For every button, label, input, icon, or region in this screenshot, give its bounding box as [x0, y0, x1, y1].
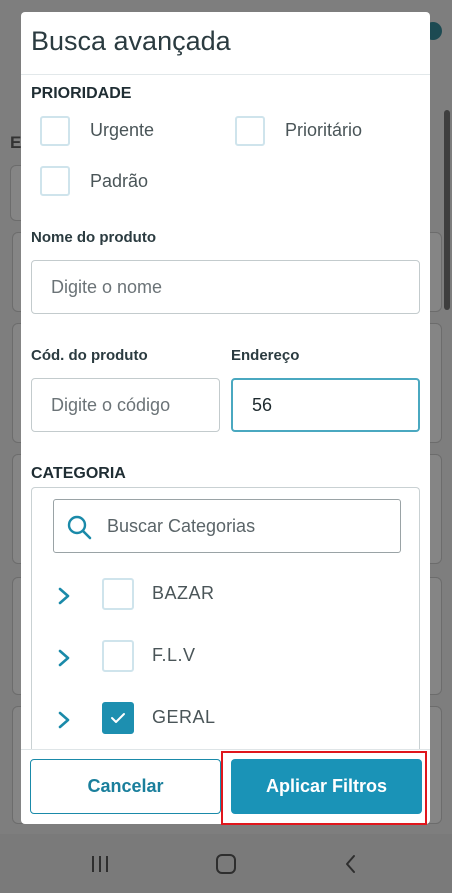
chevron-right-icon[interactable] [57, 710, 71, 730]
prioritario-label: Prioritário [285, 120, 363, 140]
product-name-label: Nome do produto [31, 229, 156, 246]
product-code-input[interactable] [31, 378, 220, 432]
category-label: CATEGORIA [31, 465, 126, 482]
category-checkbox-geral[interactable] [102, 702, 134, 734]
product-code-label: Cód. do produto [31, 347, 148, 364]
urgente-checkbox[interactable] [40, 116, 70, 146]
search-icon [67, 515, 92, 540]
priority-label: PRIORIDADE [31, 85, 132, 102]
address-input[interactable] [231, 378, 420, 432]
cancel-button[interactable]: Cancelar [30, 759, 221, 814]
category-search-placeholder: Buscar Categorias [107, 516, 256, 536]
category-label-geral: GERAL [152, 707, 216, 727]
footer-divider [21, 749, 430, 750]
advanced-search-modal: Busca avançada PRIORIDADE Urgente Priori… [21, 12, 430, 824]
category-label-flv: F.L.V [152, 645, 196, 665]
category-checkbox-flv[interactable] [102, 640, 134, 672]
background-letter: E [10, 133, 22, 152]
category-label-bazar: BAZAR [152, 583, 215, 603]
category-item-flv: F.L.V [32, 638, 419, 678]
home-icon[interactable] [214, 852, 238, 876]
category-checkbox-bazar[interactable] [102, 578, 134, 610]
category-list[interactable]: Buscar Categorias BAZAR F.L.V GERAL [31, 487, 420, 749]
navigation-bar [0, 834, 452, 893]
padrao-checkbox[interactable] [40, 166, 70, 196]
product-name-input[interactable] [31, 260, 420, 314]
back-icon[interactable] [339, 852, 363, 876]
check-icon [111, 713, 125, 723]
chevron-right-icon[interactable] [57, 586, 71, 606]
urgente-label: Urgente [90, 120, 155, 140]
chevron-right-icon[interactable] [57, 648, 71, 668]
prioritario-checkbox[interactable] [235, 116, 265, 146]
category-item-bazar: BAZAR [32, 576, 419, 616]
title-divider [21, 74, 430, 75]
address-label: Endereço [231, 347, 300, 364]
padrao-label: Padrão [90, 171, 149, 191]
category-search-input[interactable]: Buscar Categorias [53, 499, 401, 553]
recents-icon[interactable] [88, 852, 112, 876]
apply-button-highlight [221, 751, 427, 825]
category-item-geral: GERAL [32, 700, 419, 740]
modal-title: Busca avançada [31, 26, 231, 56]
background-scrollbar [444, 110, 450, 310]
